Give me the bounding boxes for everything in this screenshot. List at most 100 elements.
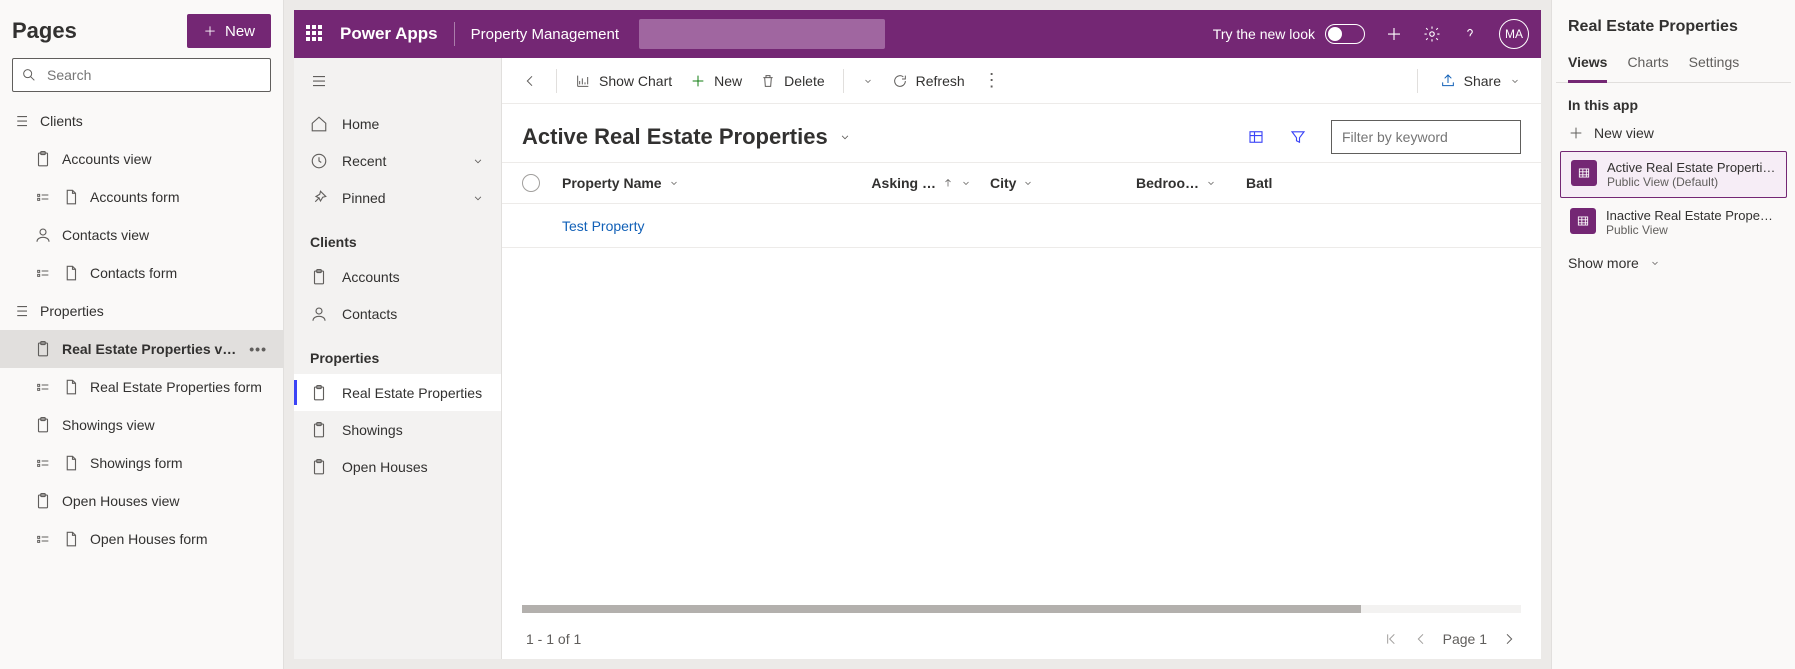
- share-button[interactable]: Share: [1434, 67, 1527, 95]
- try-new-look[interactable]: Try the new look: [1213, 24, 1365, 44]
- tree-item-openhouses-form[interactable]: Open Houses form: [0, 520, 283, 558]
- new-page-button[interactable]: New: [187, 14, 271, 48]
- record-link[interactable]: Test Property: [562, 218, 644, 234]
- nav-showings[interactable]: Showings: [294, 411, 501, 448]
- col-city[interactable]: City: [990, 175, 1090, 191]
- next-page-icon[interactable]: [1501, 631, 1517, 647]
- horizontal-scrollbar[interactable]: [522, 605, 1521, 615]
- tree-item-rep-form[interactable]: Real Estate Properties form: [0, 368, 283, 406]
- edit-columns-icon[interactable]: [1247, 128, 1265, 146]
- nav-accounts[interactable]: Accounts: [294, 258, 501, 295]
- avatar[interactable]: MA: [1499, 19, 1529, 49]
- properties-panel: Real Estate Properties Views Charts Sett…: [1551, 0, 1795, 669]
- col-bath[interactable]: Batl: [1246, 175, 1272, 191]
- show-chart-button[interactable]: Show Chart: [569, 67, 678, 95]
- filter-icon[interactable]: [1289, 128, 1307, 146]
- prev-page-icon[interactable]: [1413, 631, 1429, 647]
- view-card-active[interactable]: Active Real Estate Properti… Public View…: [1560, 151, 1787, 198]
- form-icon: [34, 188, 52, 206]
- app-preview-area: Power Apps Property Management Try the n…: [284, 0, 1551, 669]
- grid-footer: 1 - 1 of 1 Page 1: [502, 623, 1541, 659]
- record-count: 1 - 1 of 1: [526, 631, 581, 647]
- tree-item-accounts-view[interactable]: Accounts view: [0, 140, 283, 178]
- page-icon: [62, 188, 80, 206]
- new-page-label: New: [225, 23, 255, 40]
- tree-item-contacts-view[interactable]: Contacts view: [0, 216, 283, 254]
- props-title: Real Estate Properties: [1568, 18, 1779, 36]
- delete-button[interactable]: Delete: [754, 67, 830, 95]
- tree-item-showings-form[interactable]: Showings form: [0, 444, 283, 482]
- view-selector[interactable]: Active Real Estate Properties: [522, 124, 852, 150]
- nav-openhouses[interactable]: Open Houses: [294, 448, 501, 485]
- nav-pinned[interactable]: Pinned: [294, 179, 501, 216]
- tree-group-clients[interactable]: Clients: [0, 102, 283, 140]
- view-card-inactive[interactable]: Inactive Real Estate Prope… Public View: [1560, 200, 1787, 245]
- pages-search[interactable]: [12, 58, 271, 92]
- pages-panel: Pages New Clients Accounts view Accounts…: [0, 0, 284, 669]
- clipboard-icon: [34, 150, 52, 168]
- show-more-link[interactable]: Show more: [1556, 247, 1791, 279]
- plus-icon: [203, 24, 217, 38]
- page-icon: [62, 454, 80, 472]
- col-property-name[interactable]: Property Name: [562, 175, 862, 191]
- nav-recent[interactable]: Recent: [294, 142, 501, 179]
- form-icon: [34, 530, 52, 548]
- select-all[interactable]: [522, 174, 562, 192]
- pages-title: Pages: [12, 18, 77, 44]
- tab-settings[interactable]: Settings: [1689, 48, 1740, 82]
- form-icon: [34, 378, 52, 396]
- help-icon[interactable]: [1461, 25, 1479, 43]
- chevron-down-icon: [471, 154, 485, 168]
- app-launcher-icon[interactable]: [306, 25, 324, 43]
- tab-charts[interactable]: Charts: [1627, 48, 1668, 82]
- plus-icon[interactable]: [1385, 25, 1403, 43]
- product-name: Power Apps: [340, 24, 438, 44]
- tree-item-accounts-form[interactable]: Accounts form: [0, 178, 283, 216]
- grid-icon: [1570, 208, 1596, 234]
- filter-input[interactable]: [1331, 120, 1521, 154]
- pages-search-input[interactable]: [45, 66, 262, 84]
- first-page-icon[interactable]: [1383, 631, 1399, 647]
- new-record-button[interactable]: New: [684, 67, 748, 95]
- nav-collapse-button[interactable]: [294, 62, 501, 105]
- command-bar: Show Chart New Delete Refresh ⋮ Share: [502, 58, 1541, 104]
- tree-item-showings-view[interactable]: Showings view: [0, 406, 283, 444]
- gear-icon[interactable]: [1423, 25, 1441, 43]
- page-icon: [62, 264, 80, 282]
- section-in-this-app: In this app: [1556, 83, 1791, 117]
- list-icon: [12, 302, 30, 320]
- header-search-box[interactable]: [639, 19, 885, 49]
- delete-split-button[interactable]: [856, 67, 880, 95]
- new-view-link[interactable]: New view: [1556, 117, 1791, 149]
- sort-up-icon: [942, 177, 954, 189]
- col-bedrooms[interactable]: Bedroo…: [1136, 175, 1226, 191]
- toggle-icon[interactable]: [1325, 24, 1365, 44]
- table-row[interactable]: Test Property: [502, 204, 1541, 248]
- form-icon: [34, 264, 52, 282]
- nav-rep[interactable]: Real Estate Properties: [294, 374, 501, 411]
- tree-item-rep-view[interactable]: Real Estate Properties v… •••: [0, 330, 283, 368]
- nav-home[interactable]: Home: [294, 105, 501, 142]
- app-name: Property Management: [471, 26, 619, 43]
- tree-item-openhouses-view[interactable]: Open Houses view: [0, 482, 283, 520]
- main-content: Show Chart New Delete Refresh ⋮ Share Ac…: [502, 58, 1541, 659]
- tab-views[interactable]: Views: [1568, 48, 1607, 83]
- more-icon[interactable]: •••: [249, 341, 273, 357]
- overflow-button[interactable]: ⋮: [977, 64, 1007, 97]
- back-button[interactable]: [516, 67, 544, 95]
- props-tabs: Views Charts Settings: [1556, 48, 1791, 83]
- nav-contacts[interactable]: Contacts: [294, 295, 501, 332]
- tree-group-properties[interactable]: Properties: [0, 292, 283, 330]
- nav-group-properties: Properties: [294, 332, 501, 374]
- refresh-button[interactable]: Refresh: [886, 67, 971, 95]
- chevron-down-icon: [668, 177, 680, 189]
- plus-icon: [1568, 125, 1584, 141]
- app-header: Power Apps Property Management Try the n…: [294, 10, 1541, 58]
- tree-item-contacts-form[interactable]: Contacts form: [0, 254, 283, 292]
- page-icon: [62, 530, 80, 548]
- page-icon: [62, 378, 80, 396]
- clipboard-icon: [34, 416, 52, 434]
- grid-header: Property Name Asking … City Bedroo… Batl: [502, 162, 1541, 204]
- col-asking[interactable]: Asking …: [862, 175, 972, 191]
- clipboard-icon: [34, 492, 52, 510]
